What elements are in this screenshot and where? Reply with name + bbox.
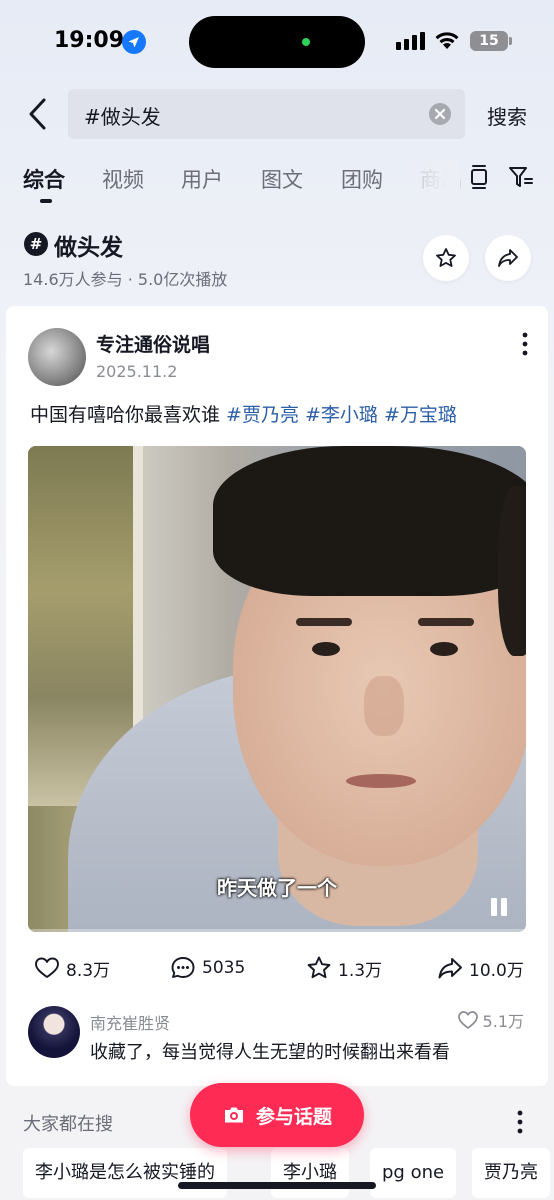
camera-indicator-dot <box>302 38 310 46</box>
trending-chip[interactable]: 贾乃亮 <box>472 1148 550 1198</box>
comment-button[interactable]: 5035 <box>170 952 245 984</box>
pause-icon[interactable] <box>488 896 510 918</box>
caption-text: 中国有嘻哈你最喜欢谁 <box>30 404 227 426</box>
layout-toggle-icon[interactable] <box>467 164 491 190</box>
tab-fade <box>400 160 460 200</box>
hashtag-link[interactable]: #万宝璐 <box>384 404 457 426</box>
trending-chip[interactable]: 李小璐是怎么被实锤的 <box>23 1148 227 1198</box>
comment-like-count: 5.1万 <box>482 1012 524 1031</box>
topic-stats: 14.6万人参与 · 5.0亿次播放 <box>23 270 228 289</box>
video-subtitle: 昨天做了一个 <box>217 876 337 900</box>
search-query[interactable]: #做头发 <box>84 101 161 130</box>
hashtag-link[interactable]: #贾乃亮 <box>226 404 299 426</box>
tab-all[interactable]: 综合 <box>23 164 65 194</box>
filter-icon[interactable] <box>508 164 534 190</box>
post-card[interactable]: 专注通俗说唱 2025.11.2 中国有嘻哈你最喜欢谁 #贾乃亮 #李小璐 #万… <box>6 306 548 1086</box>
post-actions: 8.3万 5035 1.3万 10.0万 <box>6 952 548 984</box>
wifi-icon <box>435 32 459 49</box>
video-person-hair <box>213 446 526 596</box>
tab-video[interactable]: 视频 <box>102 164 144 194</box>
more-options-icon[interactable] <box>522 332 528 356</box>
battery-icon: 15 <box>470 31 512 51</box>
tab-users[interactable]: 用户 <box>181 164 223 194</box>
home-indicator[interactable] <box>178 1182 376 1189</box>
tab-group-buy[interactable]: 团购 <box>341 164 383 194</box>
trending-chip[interactable]: pg one <box>370 1148 457 1198</box>
location-arrow-icon <box>122 30 146 54</box>
video-person-hair-side <box>498 486 526 656</box>
favorite-button[interactable]: 1.3万 <box>306 952 382 984</box>
share-button[interactable]: 10.0万 <box>437 952 524 984</box>
video-person-brow <box>418 618 474 626</box>
share-arrow-icon <box>438 958 462 979</box>
commenter-avatar[interactable] <box>28 1006 80 1058</box>
hashtag-icon: # <box>24 232 48 256</box>
post-date: 2025.11.2 <box>96 362 178 381</box>
comment-bubble-icon <box>171 957 195 978</box>
star-icon <box>436 248 456 267</box>
join-topic-label: 参与话题 <box>255 1105 332 1128</box>
comment-like-button[interactable]: 5.1万 <box>457 1008 524 1032</box>
post-caption: 中国有嘻哈你最喜欢谁 #贾乃亮 #李小璐 #万宝璐 <box>30 400 457 427</box>
video-person-eye <box>312 642 340 656</box>
like-button[interactable]: 8.3万 <box>34 952 110 984</box>
commenter-name[interactable]: 南充崔胜贤 <box>90 1010 170 1034</box>
tab-active-indicator <box>40 199 52 203</box>
back-arrow-icon[interactable] <box>24 96 54 132</box>
tab-image-text[interactable]: 图文 <box>261 164 303 194</box>
hashtag-link[interactable]: #李小璐 <box>305 404 378 426</box>
heart-icon <box>35 957 59 978</box>
video-person-brow <box>296 618 352 626</box>
dynamic-island <box>189 16 365 68</box>
share-arrow-icon <box>498 249 518 267</box>
trending-title: 大家都在搜 <box>23 1114 113 1135</box>
comment-text: 收藏了，每当觉得人生无望的时候翻出来看看 <box>90 1042 450 1063</box>
search-input[interactable]: #做头发 <box>68 89 465 139</box>
star-icon <box>307 956 331 979</box>
author-name[interactable]: 专注通俗说唱 <box>96 330 210 357</box>
signal-icon <box>396 32 425 50</box>
video-person-nose <box>364 676 404 736</box>
heart-icon <box>457 1011 478 1029</box>
share-count: 10.0万 <box>469 960 524 981</box>
like-count: 8.3万 <box>66 960 111 981</box>
favorite-topic-button[interactable] <box>423 235 469 281</box>
video-player[interactable]: 昨天做了一个 <box>28 446 526 932</box>
join-topic-button[interactable]: 参与话题 <box>190 1083 364 1147</box>
video-progress-bar[interactable] <box>28 929 526 932</box>
trending-chip[interactable]: 李小璐 <box>271 1148 349 1198</box>
favorite-count: 1.3万 <box>338 960 383 981</box>
camera-icon <box>224 1107 243 1123</box>
video-person-eye <box>430 642 458 656</box>
status-time: 19:09 <box>54 28 125 53</box>
topic-title: 做头发 <box>54 235 123 261</box>
clear-icon[interactable] <box>429 103 451 125</box>
search-button[interactable]: 搜索 <box>487 101 527 130</box>
video-person-mouth <box>346 774 416 788</box>
more-options-icon[interactable] <box>517 1110 523 1134</box>
author-avatar[interactable] <box>28 328 86 386</box>
comment-count: 5035 <box>202 958 246 978</box>
status-bar: 19:09 15 <box>0 0 554 80</box>
share-topic-button[interactable] <box>485 235 531 281</box>
